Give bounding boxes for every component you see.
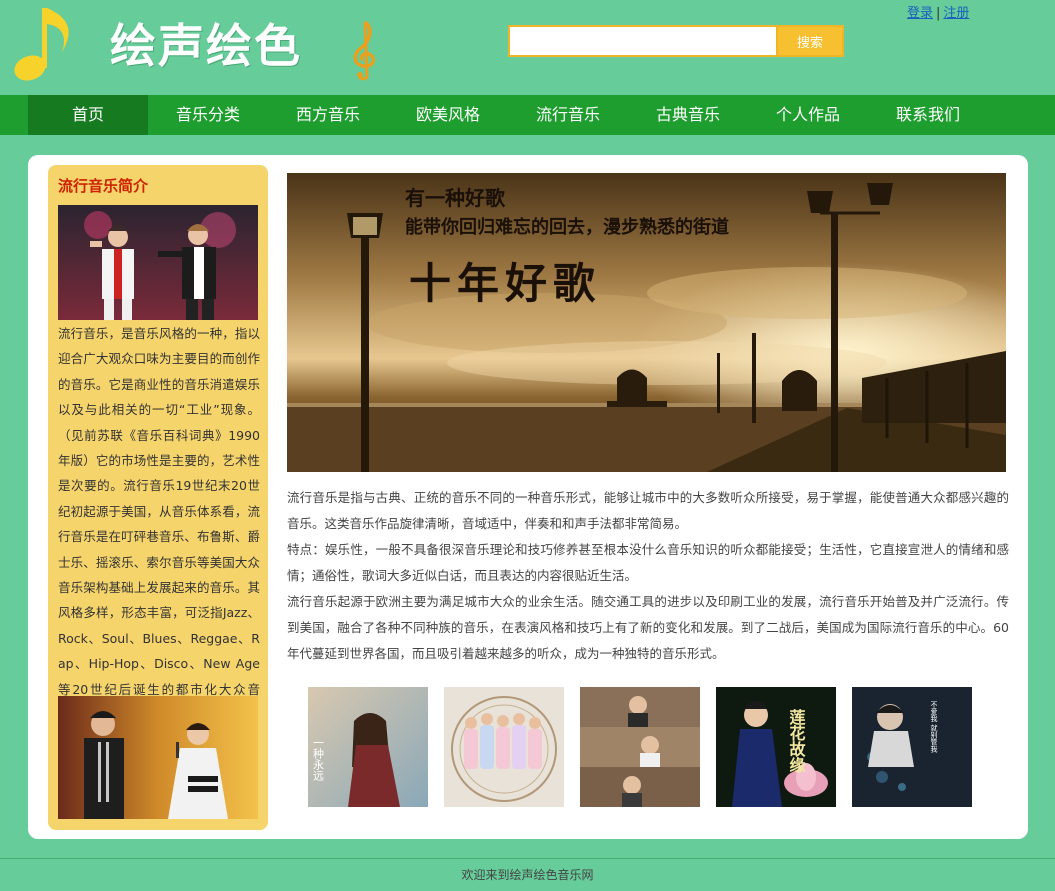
hero-banner[interactable]: 有一种好歌 能带你回归难忘的回去，漫步熟悉的街道 十年好歌 (287, 173, 1006, 472)
nav-item-classical-music[interactable]: 古典音乐 (628, 95, 748, 135)
album-cover-5[interactable]: 不爱我 就别管我 (852, 687, 972, 807)
article-paragraph-3: 流行音乐起源于欧洲主要为满足城市大众的业余生活。随交通工具的进步以及印刷工业的发… (287, 594, 1009, 661)
nav-item-music-category[interactable]: 音乐分类 (148, 95, 268, 135)
search-input[interactable] (512, 29, 774, 53)
sidebar-photo-performers[interactable] (58, 205, 258, 320)
nav-item-personal-works[interactable]: 个人作品 (748, 95, 868, 135)
article-content: 流行音乐是指与古典、正统的音乐不同的一种音乐形式，能够让城市中的大多数听众所接受… (287, 485, 1009, 667)
nav-item-euro-american[interactable]: 欧美风格 (388, 95, 508, 135)
sidebar-title: 流行音乐简介 (58, 177, 149, 195)
album-cover-4[interactable]: 莲花故缘 (716, 687, 836, 807)
register-link[interactable]: 注册 (943, 6, 969, 21)
sidebar: 流行音乐简介 流行音乐，是音乐风格的一种，指以迎合广大观众口味为主要目的而创作的… (48, 165, 268, 830)
album-1-title: 一种永远 (312, 737, 325, 781)
treble-clef-icon (353, 20, 375, 81)
nav-item-western-music[interactable]: 西方音乐 (268, 95, 388, 135)
album-gallery: 一种永远 莲花故缘 不爱我 就别管我 (308, 687, 1008, 807)
sidebar-photo-duet[interactable] (58, 696, 258, 819)
login-link[interactable]: 登录 (907, 6, 933, 21)
album-cover-1[interactable]: 一种永远 (308, 687, 428, 807)
nav-item-contact[interactable]: 联系我们 (868, 95, 988, 135)
main-nav: 首页 音乐分类 西方音乐 欧美风格 流行音乐 古典音乐 个人作品 联系我们 (0, 95, 1055, 135)
header: 绘声绘色 搜索 登录 | 注册 (0, 0, 1055, 95)
footer: 欢迎来到绘声绘色音乐网 (0, 858, 1055, 891)
nav-item-home[interactable]: 首页 (28, 95, 148, 135)
music-note-icon (14, 8, 69, 81)
main-content-panel: 流行音乐简介 流行音乐，是音乐风格的一种，指以迎合广大观众口味为主要目的而创作的… (28, 155, 1028, 839)
search-bar: 搜索 (508, 25, 844, 57)
banner-line-1: 有一种好歌 (405, 186, 506, 210)
album-4-title: 莲花故缘 (787, 708, 806, 774)
auth-separator: | (936, 6, 941, 21)
nav-item-pop-music[interactable]: 流行音乐 (508, 95, 628, 135)
banner-title: 十年好歌 (409, 259, 601, 308)
article-paragraph-1: 流行音乐是指与古典、正统的音乐不同的一种音乐形式，能够让城市中的大多数听众所接受… (287, 490, 1009, 531)
album-cover-3[interactable] (580, 687, 700, 807)
sidebar-description: 流行音乐，是音乐风格的一种，指以迎合广大观众口味为主要目的而创作的音乐。它是商业… (58, 326, 260, 722)
album-5-title: 不爱我 就别管我 (930, 701, 938, 752)
auth-links: 登录 | 注册 (907, 2, 969, 21)
search-button[interactable]: 搜索 (776, 27, 842, 55)
site-title: 绘声绘色 (110, 19, 302, 73)
album-cover-2[interactable] (444, 687, 564, 807)
article-paragraph-2: 特点：娱乐性，一般不具备很深音乐理论和技巧修养甚至根本没什么音乐知识的听众都能接… (287, 542, 1009, 583)
banner-line-2: 能带你回归难忘的回去，漫步熟悉的街道 (405, 216, 729, 238)
